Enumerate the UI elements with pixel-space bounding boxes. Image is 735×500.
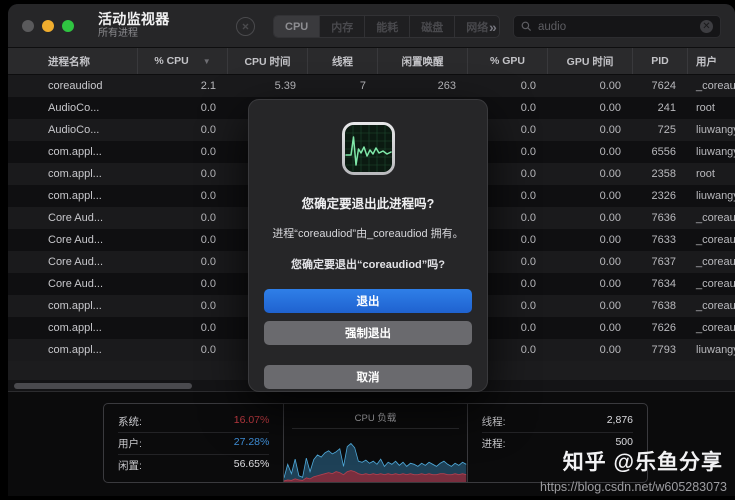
dialog-title: 您确定要退出此进程吗? <box>301 197 435 211</box>
url-watermark: https://blog.csdn.net/w605283073 <box>540 480 727 494</box>
dialog-confirm-text: 您确定要退出“coreaudiod”吗? <box>290 259 445 271</box>
quit-button[interactable]: 退出 <box>264 289 472 313</box>
modal-overlay: 您确定要退出此进程吗? 进程“coreaudiod”由_coreaudiod 拥… <box>8 4 735 496</box>
cancel-button[interactable]: 取消 <box>264 365 472 389</box>
force-quit-button[interactable]: 强制退出 <box>264 321 472 345</box>
activity-monitor-icon <box>341 122 395 175</box>
quit-process-dialog: 您确定要退出此进程吗? 进程“coreaudiod”由_coreaudiod 拥… <box>248 99 488 392</box>
zhihu-watermark: 知乎 @乐鱼分享 <box>562 451 723 474</box>
activity-monitor-icon-inner <box>344 125 392 172</box>
activity-monitor-window: 活动监视器 所有进程 CPU 内存 能耗 磁盘 网络 » ✕ <box>8 4 735 496</box>
dialog-owner-text: 进程“coreaudiod”由_coreaudiod 拥有。 <box>272 228 464 240</box>
dialog-buttons: 退出 强制退出 取消 <box>264 289 472 389</box>
